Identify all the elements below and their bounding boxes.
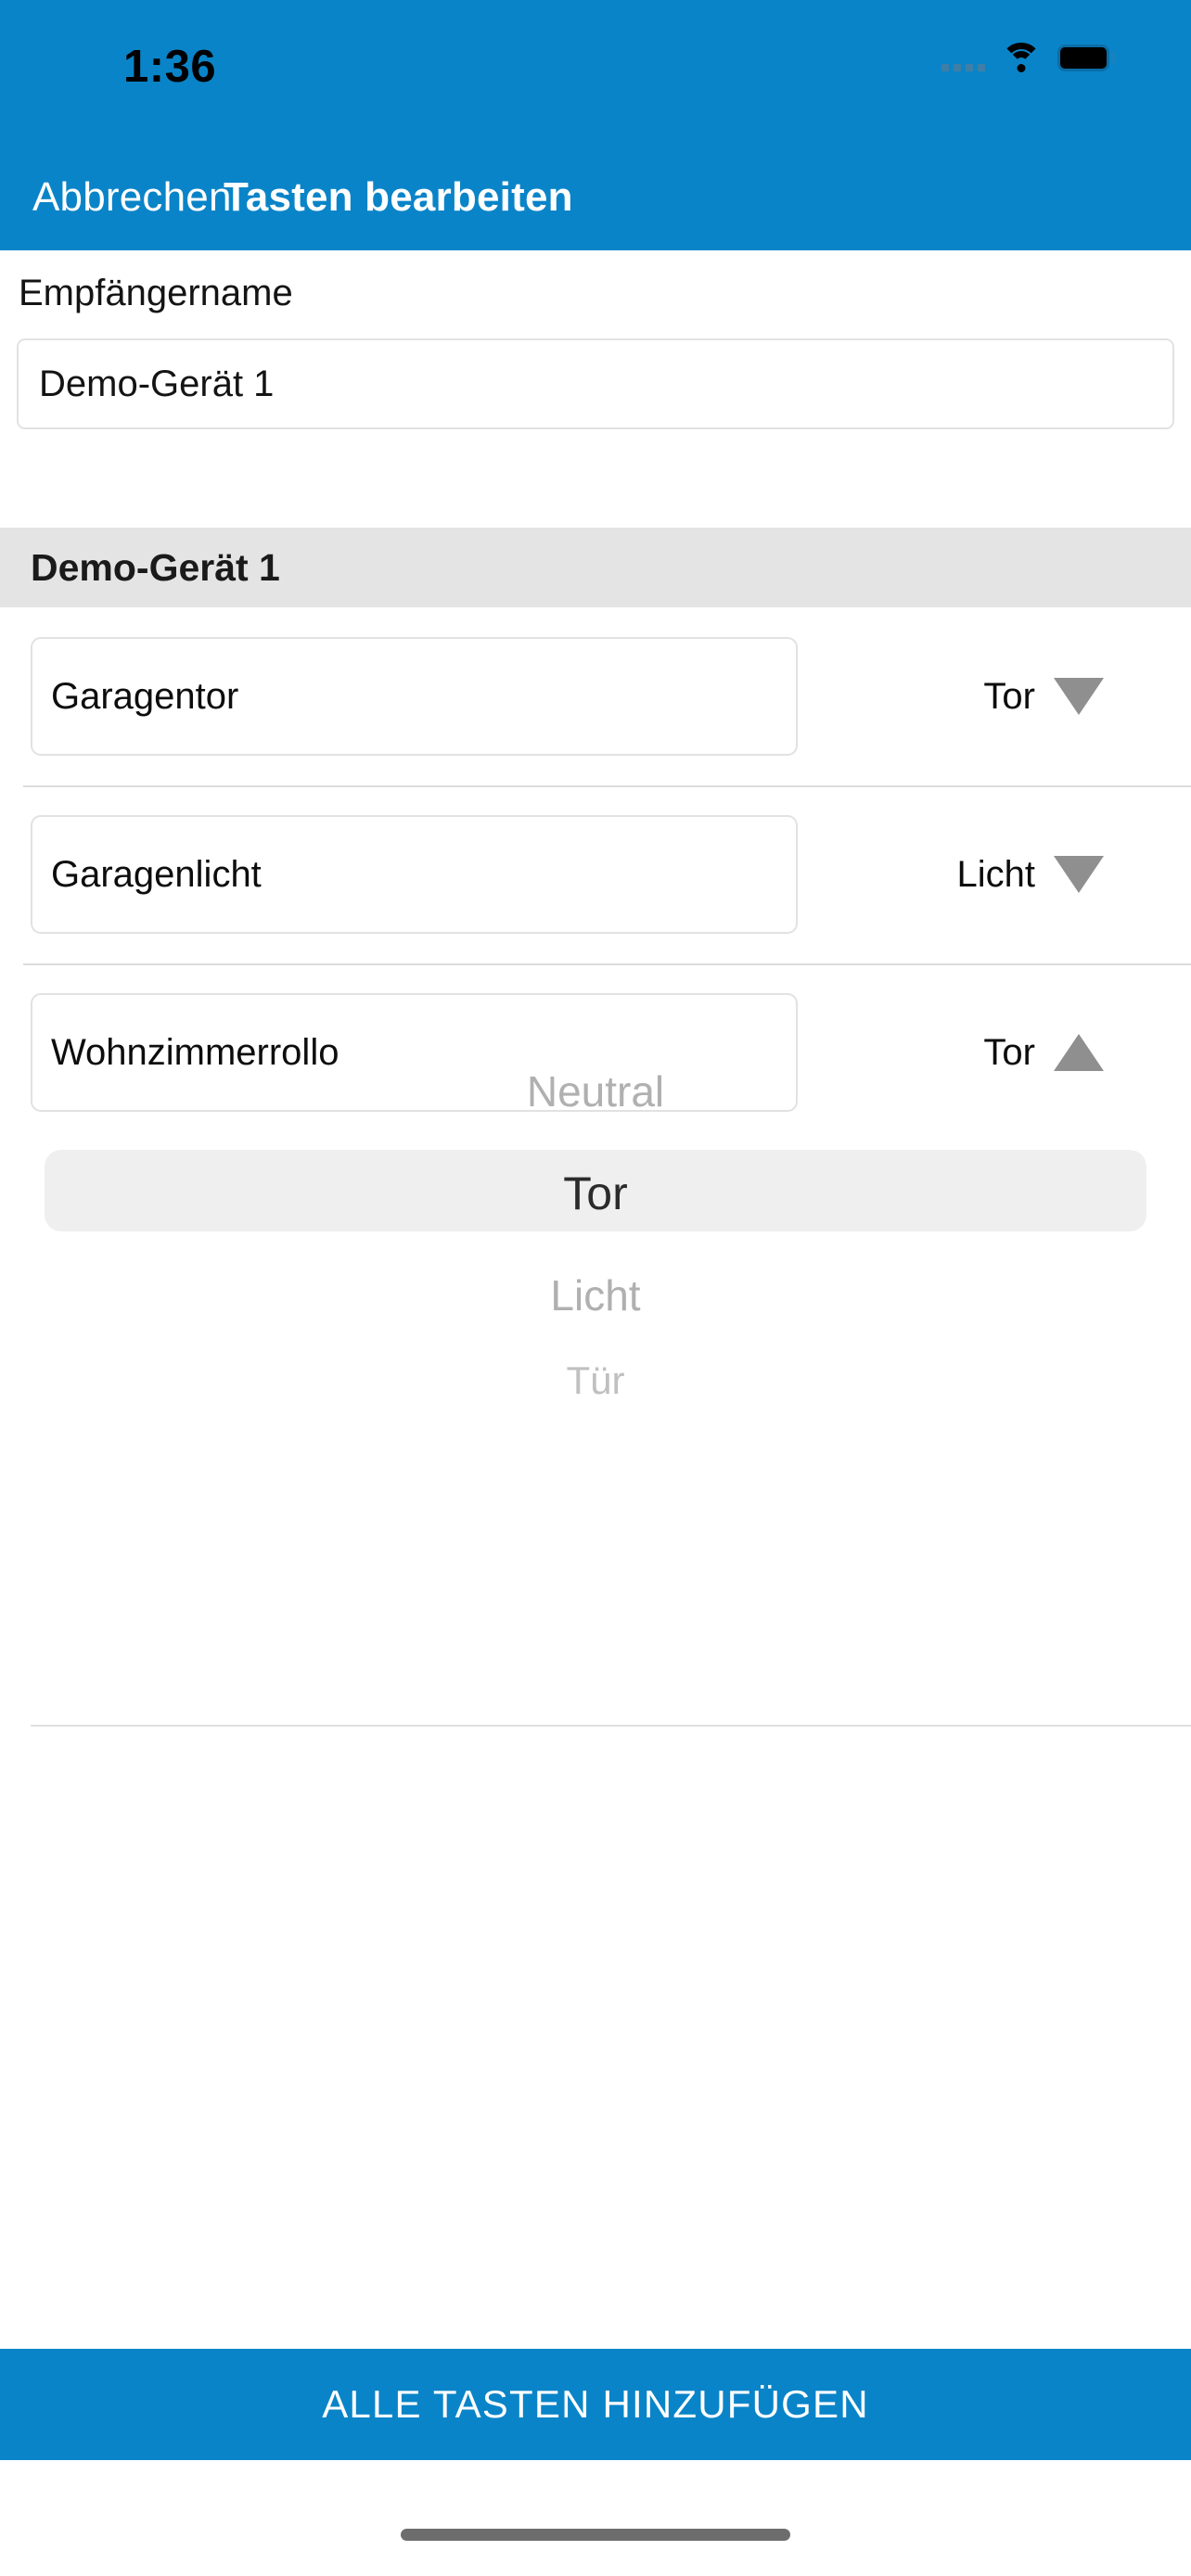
signal-dots-icon bbox=[941, 44, 985, 71]
section-header-label: Demo-Gerät 1 bbox=[31, 545, 280, 589]
key-type-picker[interactable]: Neutral Tor Licht Tür bbox=[0, 1066, 1191, 1511]
key-type-label: Tor bbox=[983, 675, 1035, 717]
cancel-button[interactable]: Abbrechen bbox=[32, 174, 232, 221]
chevron-down-icon bbox=[1054, 856, 1104, 893]
picker-option[interactable]: Tür bbox=[0, 1358, 1191, 1403]
add-all-keys-button[interactable]: ALLE TASTEN HINZUFÜGEN bbox=[0, 2349, 1191, 2460]
wifi-icon bbox=[1001, 43, 1042, 72]
chevron-down-icon bbox=[1054, 678, 1104, 715]
key-row: Tor bbox=[0, 607, 1191, 785]
status-bar: 1:36 bbox=[0, 0, 1191, 144]
app-screen: 1:36 Abbrechen Tasten bearbeiten Empfäng… bbox=[0, 0, 1191, 2576]
receiver-name-input[interactable] bbox=[17, 338, 1174, 429]
chevron-up-icon bbox=[1054, 1034, 1104, 1071]
key-type-dropdown-toggle[interactable] bbox=[1054, 671, 1104, 721]
key-list: Tor Licht Tor bbox=[0, 607, 1191, 1141]
key-type-dropdown-toggle[interactable] bbox=[1054, 849, 1104, 899]
battery-icon bbox=[1057, 44, 1116, 71]
key-type-label: Licht bbox=[956, 853, 1036, 895]
content-divider bbox=[31, 1725, 1191, 1727]
picker-option[interactable]: Licht bbox=[0, 1270, 1191, 1320]
receiver-name-label: Empfängername bbox=[19, 273, 293, 313]
picker-option[interactable]: Neutral bbox=[0, 1066, 1191, 1116]
key-name-input[interactable] bbox=[31, 637, 798, 756]
key-row: Licht bbox=[0, 785, 1191, 963]
navigation-bar: Abbrechen Tasten bearbeiten bbox=[0, 144, 1191, 250]
home-indicator[interactable] bbox=[401, 2529, 790, 2541]
key-name-input[interactable] bbox=[31, 815, 798, 934]
page-title: Tasten bearbeiten bbox=[224, 173, 573, 220]
picker-option-selected[interactable]: Tor bbox=[0, 1167, 1191, 1220]
status-indicators bbox=[941, 43, 1116, 72]
status-time: 1:36 bbox=[123, 42, 217, 92]
section-header: Demo-Gerät 1 bbox=[0, 528, 1191, 607]
